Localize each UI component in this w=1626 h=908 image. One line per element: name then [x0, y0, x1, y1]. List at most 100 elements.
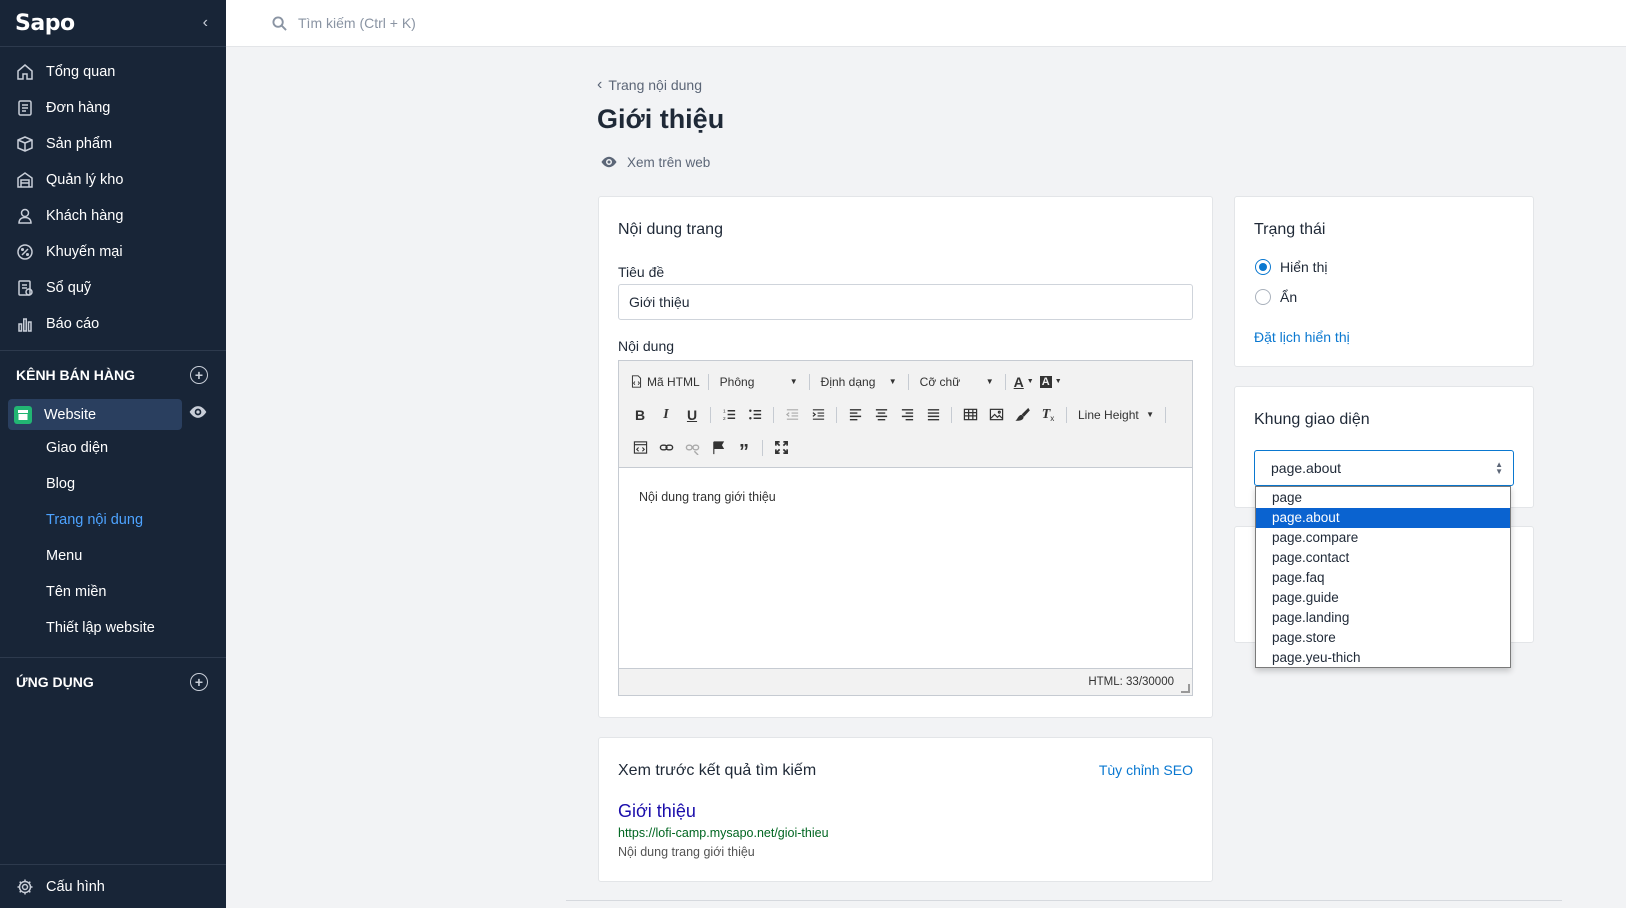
bold-icon[interactable]: B	[627, 402, 653, 428]
chart-icon	[16, 315, 34, 333]
sidebar-subitem-website-settings[interactable]: Thiết lập website	[0, 610, 226, 646]
clear-format-icon[interactable]: Tx	[1035, 402, 1061, 428]
title-field[interactable]	[618, 284, 1193, 320]
italic-icon[interactable]: I	[653, 402, 679, 428]
size-dropdown[interactable]: Cỡ chữ ▼	[914, 375, 1000, 389]
radio-visible[interactable]: Hiển thị	[1255, 259, 1327, 275]
align-justify-icon[interactable]	[920, 402, 946, 428]
radio-hidden-label: Ẩn	[1280, 289, 1298, 305]
radio-hidden[interactable]: Ẩn	[1255, 289, 1297, 305]
select-arrows-icon: ▲ ▼	[1495, 460, 1503, 476]
table-icon[interactable]	[957, 402, 983, 428]
sapo-logo[interactable]: Sapo	[15, 11, 75, 36]
fullscreen-icon[interactable]	[768, 435, 794, 461]
topbar	[226, 0, 1626, 47]
add-app-icon[interactable]: +	[190, 673, 208, 691]
radio-visible-label: Hiển thị	[1280, 259, 1328, 275]
align-left-icon[interactable]	[842, 402, 868, 428]
radio-checked[interactable]	[1255, 259, 1271, 275]
code-view-icon[interactable]	[627, 435, 653, 461]
text-color-icon: A	[1013, 373, 1024, 390]
unlink-icon[interactable]	[679, 435, 705, 461]
add-channel-icon[interactable]: +	[190, 366, 208, 384]
template-option[interactable]: page.faq	[1256, 568, 1510, 588]
collapse-sidebar-icon[interactable]: ‹	[203, 14, 208, 32]
sidebar-subitem-themes[interactable]: Giao diện	[0, 430, 226, 466]
bullet-list-icon[interactable]	[742, 402, 768, 428]
svg-text:2: 2	[722, 416, 725, 421]
search-input[interactable]	[298, 15, 598, 31]
seo-preview-url: https://lofi-camp.mysapo.net/gioi-thieu	[618, 826, 829, 840]
template-select[interactable]: page.about ▲ ▼	[1254, 450, 1514, 486]
underline-icon[interactable]: U	[679, 402, 705, 428]
breadcrumb-back[interactable]: ‹ Trang nội dung	[597, 76, 702, 94]
sidebar-item-label: Sản phẩm	[46, 136, 113, 152]
size-dropdown-label: Cỡ chữ	[919, 374, 961, 389]
sidebar-item-label: Khách hàng	[46, 208, 124, 224]
eye-icon[interactable]	[188, 402, 208, 427]
template-option[interactable]: page.contact	[1256, 548, 1510, 568]
seo-card-title: Xem trước kết quả tìm kiếm	[618, 762, 817, 779]
sidebar-item-cashbook[interactable]: Sổ quỹ	[0, 270, 226, 306]
template-option[interactable]: page.yeu-thich	[1256, 648, 1510, 668]
sidebar-item-label: Sổ quỹ	[46, 280, 92, 296]
template-option[interactable]: page.store	[1256, 628, 1510, 648]
schedule-display-link[interactable]: Đặt lịch hiển thị	[1254, 329, 1350, 345]
format-dropdown-label: Định dạng	[820, 374, 876, 389]
sidebar-item-reports[interactable]: Báo cáo	[0, 306, 226, 342]
align-center-icon[interactable]	[868, 402, 894, 428]
user-icon	[16, 207, 34, 225]
template-option-selected[interactable]: page.about	[1256, 508, 1510, 528]
sidebar-subitem-domains[interactable]: Tên miền	[0, 574, 226, 610]
sidebar-item-website[interactable]: Website	[8, 399, 182, 430]
sidebar-subitem-menu[interactable]: Menu	[0, 538, 226, 574]
sidebar-item-label: Khuyến mại	[46, 244, 123, 260]
brush-icon[interactable]	[1009, 402, 1035, 428]
font-dropdown[interactable]: Phông ▼	[714, 375, 804, 389]
sidebar-item-customers[interactable]: Khách hàng	[0, 198, 226, 234]
chevron-left-icon: ‹	[597, 76, 603, 93]
editor-statusbar: HTML: 33/30000	[619, 668, 1192, 695]
search-icon	[272, 15, 287, 31]
outdent-icon[interactable]	[779, 402, 805, 428]
content-card-title: Nội dung trang	[618, 221, 723, 238]
sales-channels-header: KÊNH BÁN HÀNG +	[0, 351, 226, 399]
sidebar-subitem-blog[interactable]: Blog	[0, 466, 226, 502]
sidebar-item-products[interactable]: Sản phẩm	[0, 126, 226, 162]
font-dropdown-label: Phông	[719, 374, 755, 389]
align-right-icon[interactable]	[894, 402, 920, 428]
box-icon	[16, 135, 34, 153]
divider	[566, 900, 1562, 901]
view-on-web-label: Xem trên web	[627, 154, 711, 170]
view-on-web-link[interactable]: Xem trên web	[600, 153, 710, 171]
template-option[interactable]: page.compare	[1256, 528, 1510, 548]
editor-content-area[interactable]: Nội dung trang giới thiệu	[619, 468, 1192, 668]
link-icon[interactable]	[653, 435, 679, 461]
ordered-list-icon[interactable]: 12	[716, 402, 742, 428]
template-option[interactable]: page.landing	[1256, 608, 1510, 628]
caret-down-icon: ▼	[789, 377, 798, 386]
template-option[interactable]: page.guide	[1256, 588, 1510, 608]
resize-handle-icon[interactable]	[1181, 684, 1190, 693]
template-option[interactable]: page	[1256, 488, 1510, 508]
sidebar-item-warehouse[interactable]: Quản lý kho	[0, 162, 226, 198]
blockquote-icon[interactable]: ”	[731, 435, 757, 462]
background-color-button[interactable]: A ▼	[1037, 369, 1065, 395]
sidebar-subitem-pages[interactable]: Trang nội dung	[0, 502, 226, 538]
html-source-button[interactable]: Mã HTML	[627, 369, 703, 395]
sidebar-item-orders[interactable]: Đơn hàng	[0, 90, 226, 126]
caret-down-icon: ▼	[1146, 410, 1154, 419]
radio-unchecked[interactable]	[1255, 289, 1271, 305]
sidebar-item-overview[interactable]: Tổng quan	[0, 54, 226, 90]
format-dropdown[interactable]: Định dạng ▼	[815, 375, 903, 389]
caret-down-icon: ▼	[888, 377, 897, 386]
sidebar-item-label: Tổng quan	[46, 64, 116, 80]
flag-icon[interactable]	[705, 435, 731, 461]
image-icon[interactable]	[983, 402, 1009, 428]
sidebar-item-config[interactable]: Cấu hình	[0, 864, 226, 908]
line-height-dropdown[interactable]: Line Height ▼	[1072, 408, 1160, 422]
text-color-button[interactable]: A ▼	[1011, 369, 1037, 395]
sidebar-item-promotions[interactable]: Khuyến mại	[0, 234, 226, 270]
customize-seo-link[interactable]: Tùy chỉnh SEO	[1099, 762, 1193, 778]
indent-icon[interactable]	[805, 402, 831, 428]
